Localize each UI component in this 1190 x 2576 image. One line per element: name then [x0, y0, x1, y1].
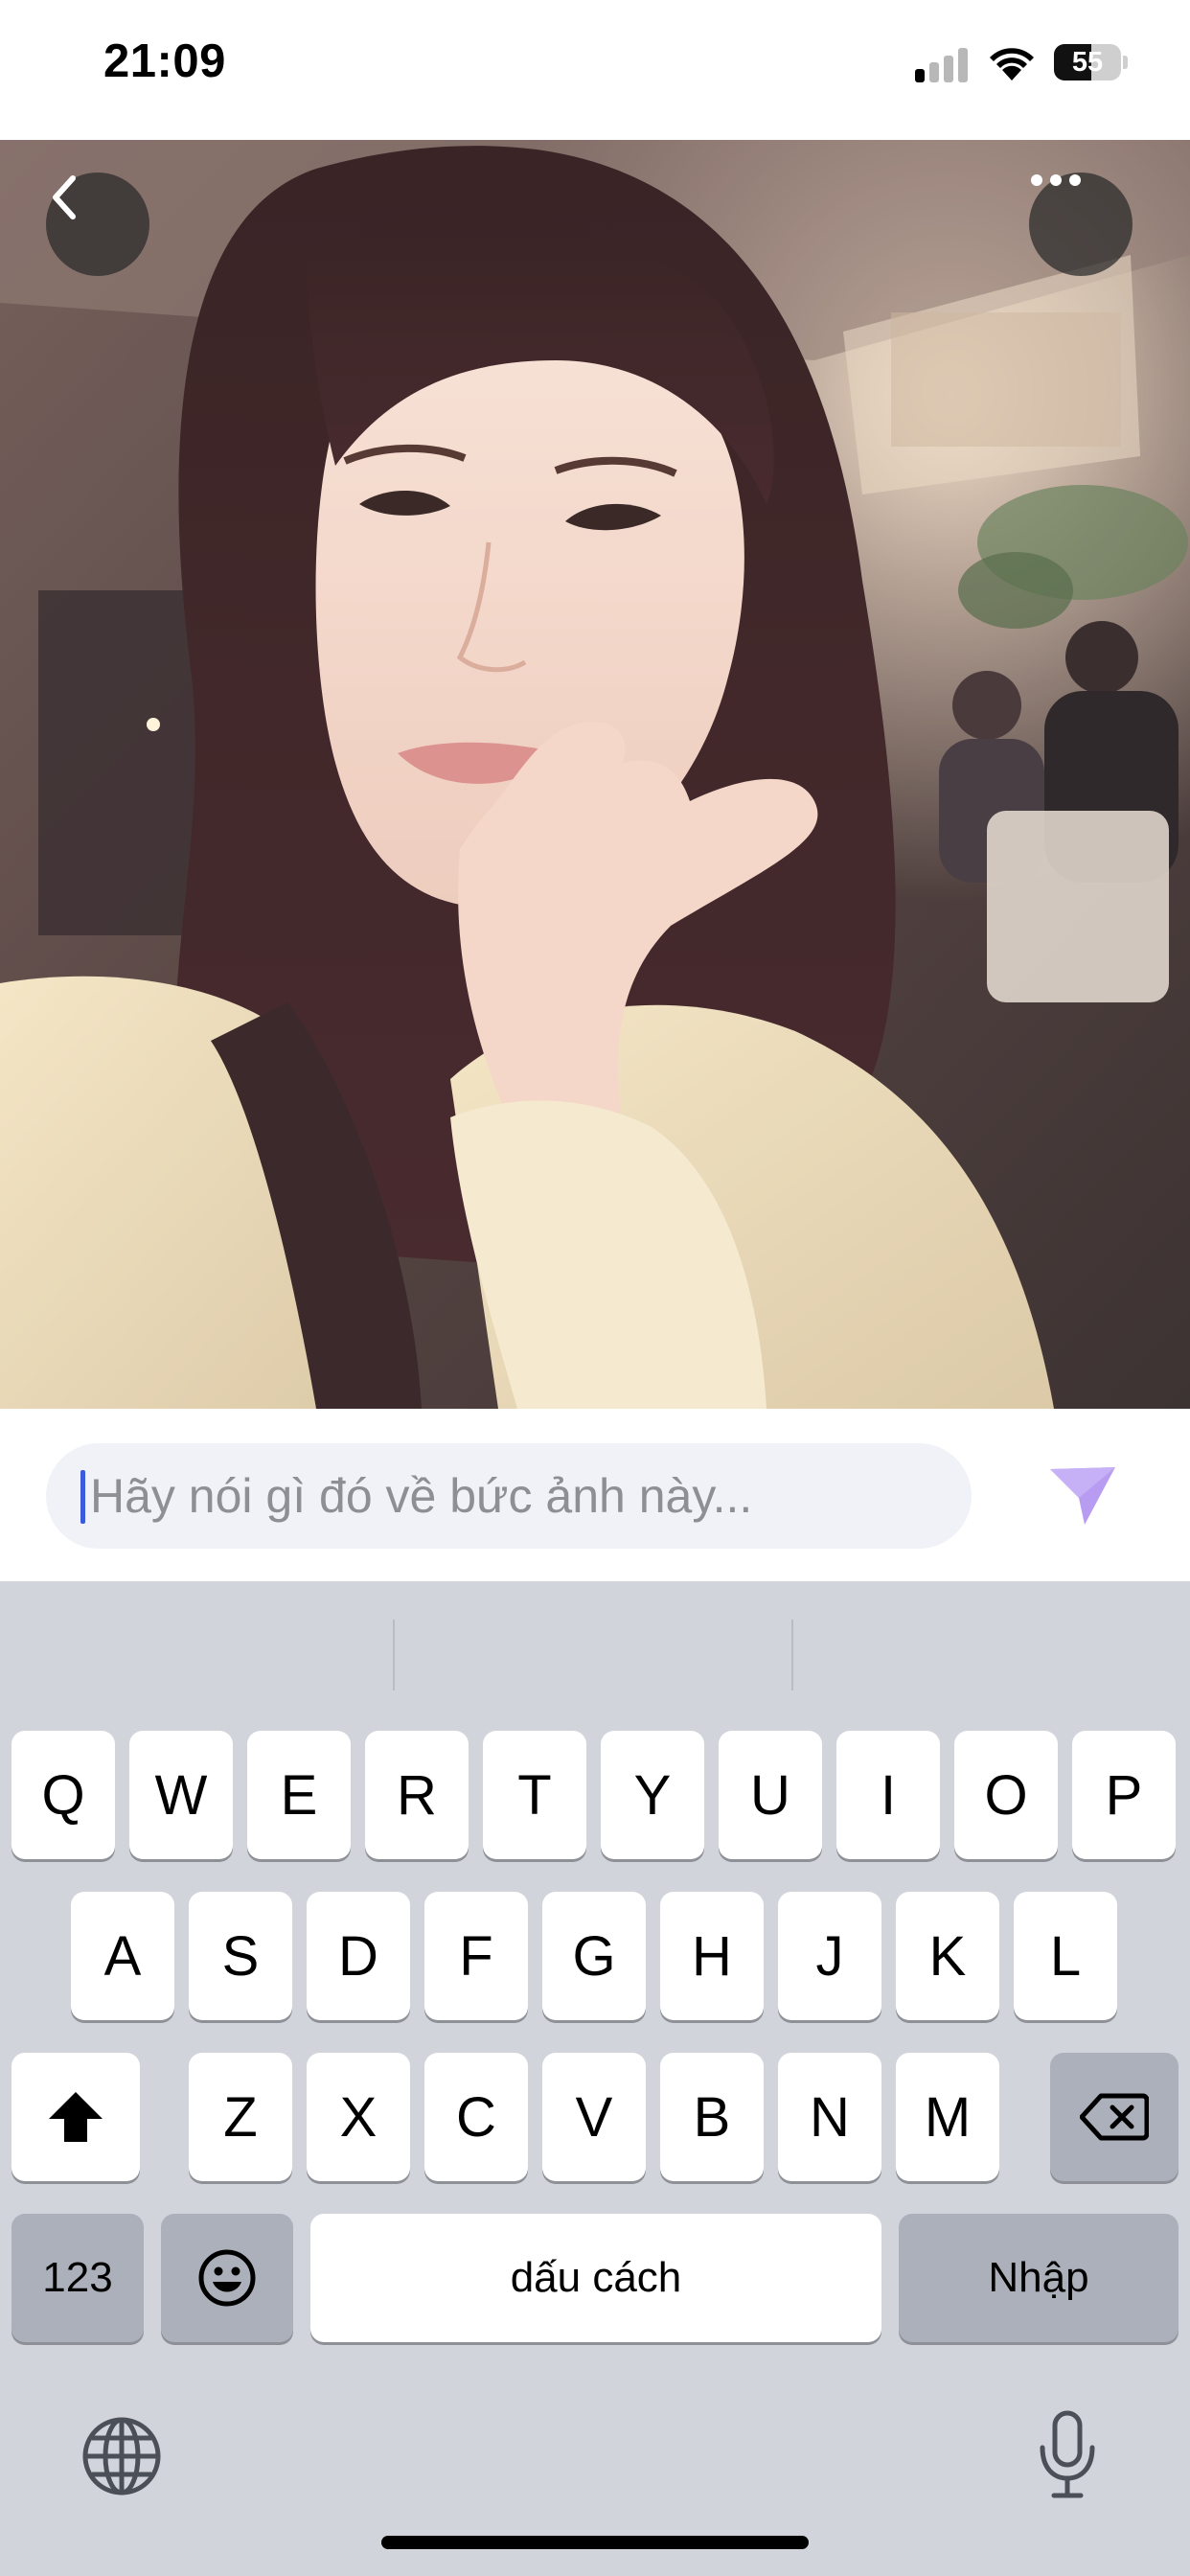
key-a[interactable]: A	[71, 1892, 174, 2020]
home-indicator[interactable]	[381, 2536, 809, 2549]
microphone-icon	[1040, 2410, 1095, 2498]
back-button[interactable]	[46, 172, 149, 276]
comment-bar: Hãy nói gì đó về bức ảnh này...	[0, 1409, 1190, 1581]
battery-icon: 55	[1054, 44, 1128, 80]
send-button[interactable]	[1040, 1455, 1126, 1537]
space-key-label: dấu cách	[510, 2254, 682, 2301]
text-caret	[80, 1470, 85, 1524]
key-k[interactable]: K	[896, 1892, 999, 2020]
key-l[interactable]: L	[1014, 1892, 1117, 2020]
ellipsis-icon	[1031, 174, 1081, 186]
backspace-icon	[1080, 2093, 1149, 2141]
cellular-signal-icon	[915, 48, 969, 82]
key-w[interactable]: W	[129, 1731, 233, 1859]
wifi-icon	[985, 42, 1039, 82]
key-q[interactable]: Q	[11, 1731, 115, 1859]
delete-key[interactable]	[1050, 2053, 1179, 2181]
comment-placeholder: Hãy nói gì đó về bức ảnh này...	[90, 1469, 753, 1523]
more-options-button[interactable]	[1029, 172, 1133, 276]
key-r[interactable]: R	[365, 1731, 469, 1859]
key-d[interactable]: D	[307, 1892, 410, 2020]
key-m[interactable]: M	[896, 2053, 999, 2181]
keyboard: Q W E R T Y U I O P A S D F G H J K L Z …	[0, 1581, 1190, 2576]
status-bar: 21:09 55	[0, 0, 1190, 140]
key-j[interactable]: J	[778, 1892, 881, 2020]
send-arrow-icon	[1050, 1467, 1115, 1525]
shift-key[interactable]	[11, 2053, 140, 2181]
photo-view	[0, 140, 1190, 1409]
key-f[interactable]: F	[424, 1892, 528, 2020]
numbers-key-label: 123	[42, 2254, 113, 2301]
key-h[interactable]: H	[660, 1892, 764, 2020]
battery-percent: 55	[1071, 47, 1104, 78]
key-p[interactable]: P	[1072, 1731, 1176, 1859]
key-s[interactable]: S	[189, 1892, 292, 2020]
photo-image	[0, 140, 1190, 1409]
photo-comment-screen: 21:09 55 Hãy nói gì đó về bức ảnh này...…	[0, 0, 1190, 2576]
key-e[interactable]: E	[247, 1731, 351, 1859]
chevron-left-icon	[53, 175, 76, 219]
key-i[interactable]: I	[836, 1731, 940, 1859]
space-key[interactable]: dấu cách	[310, 2214, 881, 2342]
key-c[interactable]: C	[424, 2053, 528, 2181]
return-key-label: Nhập	[988, 2254, 1089, 2301]
microphone-button[interactable]	[1035, 2409, 1100, 2501]
key-y[interactable]: Y	[601, 1731, 704, 1859]
emoji-key[interactable]	[161, 2214, 293, 2342]
return-key[interactable]: Nhập	[899, 2214, 1179, 2342]
key-n[interactable]: N	[778, 2053, 881, 2181]
emoji-icon	[198, 2249, 256, 2307]
key-g[interactable]: G	[542, 1892, 646, 2020]
key-x[interactable]: X	[307, 2053, 410, 2181]
key-z[interactable]: Z	[189, 2053, 292, 2181]
suggestion-divider	[791, 1620, 793, 1690]
numbers-key[interactable]: 123	[11, 2214, 144, 2342]
suggestion-divider	[393, 1620, 395, 1690]
key-b[interactable]: B	[660, 2053, 764, 2181]
shift-arrow-icon	[49, 2092, 103, 2142]
key-u[interactable]: U	[719, 1731, 822, 1859]
globe-icon	[82, 2417, 161, 2496]
key-v[interactable]: V	[542, 2053, 646, 2181]
status-time: 21:09	[103, 35, 226, 87]
comment-input[interactable]: Hãy nói gì đó về bức ảnh này...	[46, 1443, 972, 1549]
key-o[interactable]: O	[954, 1731, 1058, 1859]
key-t[interactable]: T	[483, 1731, 586, 1859]
globe-button[interactable]	[80, 2415, 163, 2497]
